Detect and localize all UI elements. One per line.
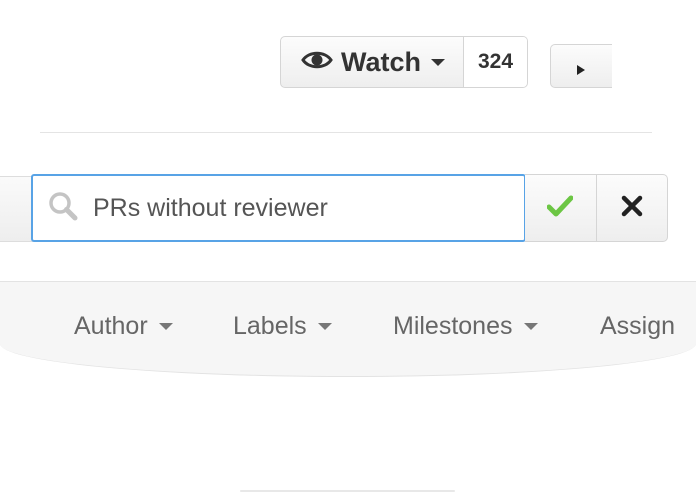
chevron-down-icon [158, 323, 173, 330]
confirm-button[interactable] [525, 175, 597, 241]
watch-count[interactable]: 324 [464, 37, 528, 87]
search-actions [525, 174, 668, 242]
search-icon [47, 190, 79, 227]
divider [40, 132, 652, 133]
star-button[interactable] [550, 44, 612, 88]
divider [240, 490, 455, 492]
play-icon [577, 65, 585, 75]
search-input[interactable] [93, 193, 493, 223]
filter-assignee[interactable]: Assign [600, 312, 675, 341]
chevron-down-icon [317, 323, 332, 330]
chevron-down-icon [431, 58, 445, 66]
filter-author[interactable]: Author [74, 312, 173, 341]
close-icon [621, 195, 643, 222]
watch-button[interactable]: Watch [281, 37, 464, 87]
filter-label: Author [74, 312, 148, 340]
eye-icon [301, 49, 333, 76]
watch-label: Watch [341, 46, 421, 77]
filters-dropdown-edge[interactable] [0, 176, 34, 242]
filter-labels[interactable]: Labels [233, 312, 332, 341]
filter-label: Assign [600, 312, 676, 340]
watch-button-group: Watch 324 [280, 36, 529, 88]
clear-button[interactable] [597, 175, 668, 241]
filter-label: Labels [233, 312, 307, 340]
search-box [31, 174, 526, 242]
filter-milestones[interactable]: Milestones [393, 312, 538, 341]
filter-label: Milestones [393, 312, 513, 340]
check-icon [546, 195, 574, 222]
filter-bar: Author Labels Milestones Assign [0, 281, 696, 377]
chevron-down-icon [523, 323, 538, 330]
